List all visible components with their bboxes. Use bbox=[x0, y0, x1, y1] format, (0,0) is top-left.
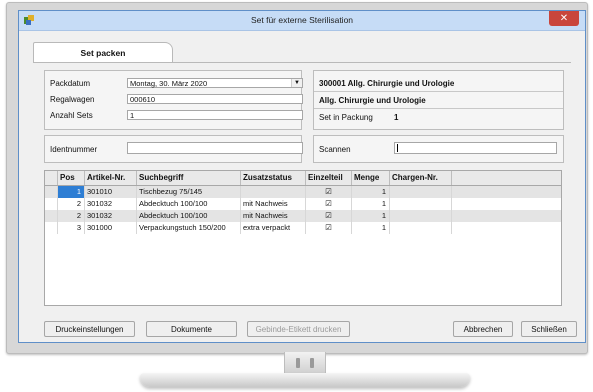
cell-chargen[interactable] bbox=[390, 210, 452, 222]
gebinde-etikett-drucken-button[interactable]: Gebinde-Etikett drucken bbox=[247, 321, 350, 337]
packdatum-value: Montag, 30. März 2020 bbox=[130, 79, 208, 88]
row-indicator-header bbox=[45, 171, 58, 185]
monitor-frame: Set für externe Sterilisation ✕ Set pack… bbox=[6, 2, 588, 354]
table-row[interactable]: 2 301032 Abdecktuch 100/100 mit Nachweis… bbox=[45, 198, 561, 210]
cell-pos[interactable]: 1 bbox=[58, 186, 85, 198]
monitor-stand-base bbox=[140, 373, 470, 387]
regalwagen-label: Regalwagen bbox=[50, 95, 95, 104]
cell-zusatzstatus[interactable]: extra verpackt bbox=[241, 222, 306, 234]
tab-set-packen[interactable]: Set packen bbox=[33, 42, 173, 63]
row-indicator bbox=[45, 186, 58, 198]
einzelteil-checkbox[interactable]: ☑ bbox=[306, 186, 352, 198]
table-header: Pos Artikel-Nr. Suchbegriff Zusatzstatus… bbox=[45, 171, 561, 186]
cell-menge[interactable]: 1 bbox=[352, 210, 390, 222]
cell-menge[interactable]: 1 bbox=[352, 186, 390, 198]
anzahl-sets-label: Anzahl Sets bbox=[50, 111, 93, 120]
druckeinstellungen-button[interactable]: Druckeinstellungen bbox=[44, 321, 135, 337]
col-einzelteil[interactable]: Einzelteil bbox=[306, 171, 352, 185]
col-pos[interactable]: Pos bbox=[58, 171, 85, 185]
cell-artikel[interactable]: 301000 bbox=[85, 222, 137, 234]
cell-chargen[interactable] bbox=[390, 186, 452, 198]
cell-pos[interactable]: 2 bbox=[58, 198, 85, 210]
einzelteil-checkbox[interactable]: ☑ bbox=[306, 198, 352, 210]
tab-divider bbox=[33, 62, 571, 63]
cell-artikel[interactable]: 301010 bbox=[85, 186, 137, 198]
col-artikel[interactable]: Artikel-Nr. bbox=[85, 171, 137, 185]
scannen-field[interactable] bbox=[394, 142, 557, 154]
regalwagen-field[interactable]: 000610 bbox=[127, 94, 303, 104]
cell-menge[interactable]: 1 bbox=[352, 198, 390, 210]
cell-suchbegriff[interactable]: Abdecktuch 100/100 bbox=[137, 210, 241, 222]
einzelteil-checkbox[interactable]: ☑ bbox=[306, 210, 352, 222]
cell-suchbegriff[interactable]: Tischbezug 75/145 bbox=[137, 186, 241, 198]
set-items-table[interactable]: Pos Artikel-Nr. Suchbegriff Zusatzstatus… bbox=[44, 170, 562, 306]
chevron-down-icon[interactable]: ▼ bbox=[291, 79, 302, 87]
cell-pos[interactable]: 3 bbox=[58, 222, 85, 234]
table-row[interactable]: 3 301000 Verpackungstuch 150/200 extra v… bbox=[45, 222, 561, 234]
set-in-packung-value: 1 bbox=[394, 113, 399, 122]
row-indicator bbox=[45, 198, 58, 210]
col-chargen[interactable]: Chargen-Nr. bbox=[390, 171, 452, 185]
cell-menge[interactable]: 1 bbox=[352, 222, 390, 234]
screen: Set für externe Sterilisation ✕ Set pack… bbox=[18, 10, 586, 343]
cell-suchbegriff[interactable]: Abdecktuch 100/100 bbox=[137, 198, 241, 210]
dokumente-button[interactable]: Dokumente bbox=[146, 321, 237, 337]
cell-chargen[interactable] bbox=[390, 198, 452, 210]
abbrechen-button[interactable]: Abbrechen bbox=[453, 321, 513, 337]
set-subtitle: Allg. Chirurgie und Urologie bbox=[319, 96, 426, 105]
identnummer-field[interactable] bbox=[127, 142, 303, 154]
set-code-title: 300001 Allg. Chirurgie und Urologie bbox=[319, 79, 455, 88]
schliessen-button[interactable]: Schließen bbox=[521, 321, 577, 337]
cell-zusatzstatus[interactable]: mit Nachweis bbox=[241, 198, 306, 210]
set-in-packung-label: Set in Packung bbox=[319, 113, 373, 122]
cell-artikel[interactable]: 301032 bbox=[85, 198, 137, 210]
einzelteil-checkbox[interactable]: ☑ bbox=[306, 222, 352, 234]
anzahl-sets-field[interactable]: 1 bbox=[127, 110, 303, 120]
cell-suchbegriff[interactable]: Verpackungstuch 150/200 bbox=[137, 222, 241, 234]
title-bar: Set für externe Sterilisation ✕ bbox=[19, 11, 585, 31]
cell-zusatzstatus[interactable]: mit Nachweis bbox=[241, 210, 306, 222]
window-title: Set für externe Sterilisation bbox=[250, 15, 354, 25]
col-zusatzstatus[interactable]: Zusatzstatus bbox=[241, 171, 306, 185]
stand-slot bbox=[296, 358, 300, 368]
identnummer-label: Identnummer bbox=[50, 145, 98, 154]
packdatum-dropdown[interactable]: Montag, 30. März 2020 ▼ bbox=[127, 78, 303, 88]
scannen-label: Scannen bbox=[319, 145, 351, 154]
col-menge[interactable]: Menge bbox=[352, 171, 390, 185]
scannen-panel: Scannen bbox=[313, 135, 564, 163]
close-icon[interactable]: ✕ bbox=[549, 11, 579, 26]
col-suchbegriff[interactable]: Suchbegriff bbox=[137, 171, 241, 185]
table-row[interactable]: 2 301032 Abdecktuch 100/100 mit Nachweis… bbox=[45, 210, 561, 222]
cell-pos[interactable]: 2 bbox=[58, 210, 85, 222]
text-cursor bbox=[397, 144, 398, 152]
cell-chargen[interactable] bbox=[390, 222, 452, 234]
table-row[interactable]: 1 301010 Tischbezug 75/145 ☑ 1 bbox=[45, 186, 561, 198]
divider bbox=[314, 91, 563, 92]
pack-form-panel: Packdatum Montag, 30. März 2020 ▼ Regalw… bbox=[44, 70, 303, 130]
dialog-window: Set für externe Sterilisation ✕ Set pack… bbox=[18, 10, 586, 343]
divider bbox=[314, 108, 563, 109]
identnummer-panel: Identnummer bbox=[44, 135, 303, 163]
cell-zusatzstatus[interactable] bbox=[241, 186, 306, 198]
monitor-stand-neck bbox=[284, 352, 326, 375]
set-info-panel: 300001 Allg. Chirurgie und Urologie Allg… bbox=[313, 70, 564, 130]
stand-slot bbox=[310, 358, 314, 368]
cell-artikel[interactable]: 301032 bbox=[85, 210, 137, 222]
packdatum-label: Packdatum bbox=[50, 79, 91, 88]
row-indicator bbox=[45, 210, 58, 222]
row-indicator bbox=[45, 222, 58, 234]
